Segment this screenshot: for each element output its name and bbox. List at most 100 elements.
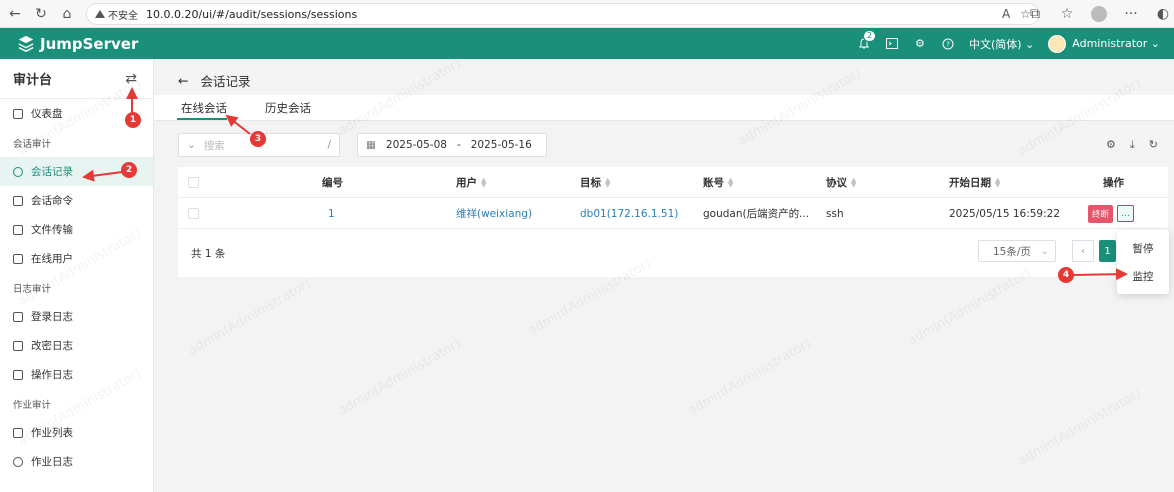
- not-secure-indicator[interactable]: 不安全: [95, 7, 138, 22]
- svg-text:?: ?: [946, 40, 950, 48]
- copilot-icon[interactable]: ◐: [1152, 3, 1174, 25]
- session-user-link[interactable]: 维祥(weixiang): [456, 198, 532, 229]
- column-id[interactable]: 编号: [322, 167, 343, 198]
- column-user[interactable]: 用户 ▲ ▼: [456, 167, 486, 198]
- sort-icon: ▲ ▼: [995, 175, 1001, 189]
- table-header: 编号 用户 ▲ ▼ 目标 ▲ ▼ 账号 ▲ ▼ 协议 ▲ ▼ 开始日期 ▲ ▼ 操作: [178, 167, 1168, 198]
- date-start: 2025-05-08: [385, 139, 447, 151]
- sort-icon: ▲ ▼: [481, 175, 487, 189]
- column-start-date[interactable]: 开始日期 ▲ ▼: [949, 167, 1000, 198]
- language-selector[interactable]: 中文(简体) ⌄: [969, 36, 1034, 52]
- total-count: 共 1 条: [191, 247, 226, 260]
- column-account[interactable]: 账号 ▲ ▼: [703, 167, 733, 198]
- search-placeholder: 搜索: [203, 139, 225, 152]
- sort-icon: ▲ ▼: [728, 175, 734, 189]
- chevron-down-icon: ⌄: [1025, 37, 1035, 51]
- user-avatar: [1048, 34, 1067, 53]
- dashboard-icon: [13, 108, 23, 119]
- page-header: ← 会话记录: [178, 71, 251, 90]
- warning-icon: [95, 10, 105, 18]
- page-title: 会话记录: [200, 74, 251, 89]
- online-user-icon: [13, 253, 23, 264]
- sidebar-item-label: 会话命令: [31, 195, 73, 207]
- sessions-table: 编号 用户 ▲ ▼ 目标 ▲ ▼ 账号 ▲ ▼ 协议 ▲ ▼ 开始日期 ▲ ▼ 操作 1 维祥(we…: [178, 167, 1168, 277]
- settings-gear-icon[interactable]: ⚙: [913, 37, 927, 51]
- extensions-icon[interactable]: ⧉: [1024, 3, 1046, 25]
- column-settings-icon[interactable]: ⚙: [1106, 138, 1116, 152]
- refresh-icon[interactable]: ↻: [30, 3, 52, 25]
- tab-bar: 在线会话 历史会话: [154, 95, 1174, 121]
- column-protocol[interactable]: 协议 ▲ ▼: [826, 167, 856, 198]
- calendar-icon: ▦: [366, 139, 376, 151]
- brand-name: JumpServer: [40, 34, 139, 53]
- tab-history-sessions[interactable]: 历史会话: [265, 100, 311, 116]
- table-row: 1 维祥(weixiang) db01(172.16.1.51) goudan(…: [178, 198, 1168, 229]
- page-size-select[interactable]: 15条/页 ⌄: [978, 240, 1056, 262]
- sidebar-item-job-log[interactable]: 作业日志: [0, 447, 153, 476]
- more-icon[interactable]: ···: [1120, 3, 1142, 25]
- pause-menu-item[interactable]: 暂停: [1117, 234, 1169, 262]
- back-icon[interactable]: ←: [4, 3, 26, 25]
- help-icon[interactable]: ?: [941, 37, 955, 51]
- not-secure-label: 不安全: [108, 10, 138, 22]
- terminal-icon: [13, 195, 23, 206]
- user-menu[interactable]: Administrator ⌄: [1048, 34, 1160, 53]
- session-id-link[interactable]: 1: [328, 198, 335, 229]
- sort-icon: ▲ ▼: [605, 175, 611, 189]
- lock-icon: [13, 340, 23, 351]
- annotation-marker-3: 3: [250, 131, 266, 147]
- date-separator: -: [456, 139, 461, 151]
- session-account: goudan(后端资产的...: [703, 208, 810, 220]
- monitor-menu-item[interactable]: 监控: [1117, 262, 1169, 290]
- annotation-marker-2: 2: [121, 162, 137, 178]
- chevron-down-icon: ⌄: [1040, 245, 1049, 257]
- active-tab-indicator: [177, 118, 227, 120]
- page-number-current[interactable]: 1: [1099, 240, 1116, 262]
- download-icon[interactable]: ⤓: [1130, 138, 1135, 152]
- sidebar-item-label: 仪表盘: [31, 108, 63, 120]
- more-actions-dropdown: 暂停 监控: [1117, 230, 1169, 294]
- sidebar-title: 审计台: [13, 73, 53, 88]
- terminate-button[interactable]: 终断: [1088, 204, 1114, 223]
- sidebar-item-label: 改密日志: [31, 340, 73, 352]
- search-shortcut: /: [327, 139, 331, 151]
- session-target-link[interactable]: db01(172.16.1.51): [580, 198, 678, 229]
- column-target[interactable]: 目标 ▲ ▼: [580, 167, 610, 198]
- refresh-icon[interactable]: ↻: [1149, 138, 1158, 152]
- list-icon: [13, 369, 23, 380]
- profile-icon[interactable]: [1088, 3, 1110, 25]
- select-all-checkbox[interactable]: [188, 177, 199, 188]
- chevron-down-icon[interactable]: ⌄: [187, 139, 196, 151]
- user-name: Administrator: [1072, 36, 1148, 50]
- address-bar[interactable]: 不安全 10.0.0.20/ui/#/audit/sessions/sessio…: [86, 3, 1040, 25]
- sidebar-item-label: 会话记录: [31, 166, 73, 178]
- sidebar-item-label: 作业日志: [31, 456, 73, 468]
- jumpserver-logo-icon: [18, 35, 34, 52]
- tab-online-sessions[interactable]: 在线会话: [181, 100, 227, 116]
- login-icon: [13, 311, 23, 322]
- row-checkbox[interactable]: [188, 208, 199, 219]
- notification-bell-icon[interactable]: 2: [857, 29, 877, 51]
- read-aloud-icon[interactable]: A: [1002, 7, 1010, 21]
- more-actions-button[interactable]: ...: [1117, 205, 1135, 222]
- annotation-marker-1: 1: [125, 112, 141, 128]
- chevron-down-icon: ⌄: [1150, 36, 1160, 50]
- sidebar-item-session-commands[interactable]: 会话命令: [0, 186, 153, 215]
- terminal-icon[interactable]: [885, 37, 899, 51]
- sidebar-item-label: 登录日志: [31, 311, 73, 323]
- session-start-time: 2025/05/15 16:59:22: [949, 207, 1061, 220]
- back-arrow-icon[interactable]: ←: [178, 73, 188, 88]
- browser-toolbar: ← ↻ ⌂ 不安全 10.0.0.20/ui/#/audit/sessions/…: [0, 0, 1174, 28]
- prev-page-button[interactable]: ‹: [1072, 240, 1094, 262]
- home-icon[interactable]: ⌂: [56, 3, 78, 25]
- brand-logo[interactable]: JumpServer: [17, 35, 138, 53]
- sidebar-item-label: 操作日志: [31, 369, 73, 381]
- sidebar-item-password-change-log[interactable]: 改密日志: [0, 331, 153, 360]
- favorites-icon[interactable]: ☆: [1056, 3, 1078, 25]
- session-protocol: ssh: [826, 207, 844, 220]
- notification-badge: 2: [862, 29, 877, 42]
- language-label: 中文(简体): [968, 37, 1022, 51]
- date-range-picker[interactable]: ▦ 2025-05-08 - 2025-05-16: [357, 133, 547, 157]
- url-text: 10.0.0.20/ui/#/audit/sessions/sessions: [146, 7, 358, 21]
- column-actions: 操作: [1103, 177, 1124, 189]
